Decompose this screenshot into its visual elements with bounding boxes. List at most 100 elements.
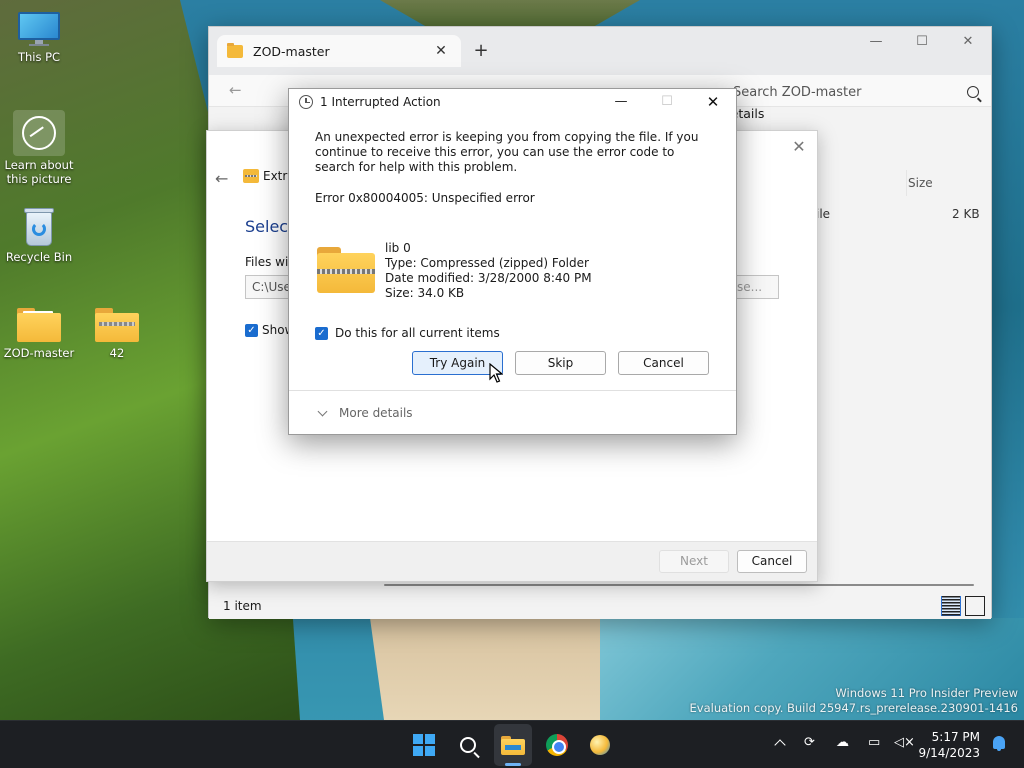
taskbar-app[interactable] [584, 729, 616, 761]
error-message: An unexpected error is keeping you from … [315, 130, 699, 174]
error-code: Error 0x80004005: Unspecified error [315, 191, 535, 205]
desktop-icon-recycle-bin[interactable]: Recycle Bin [1, 206, 77, 264]
running-indicator [505, 763, 521, 766]
windows-watermark: Windows 11 Pro Insider Preview Evaluatio… [690, 686, 1018, 716]
wizard-header: Extra [243, 169, 295, 183]
new-tab-button[interactable]: + [471, 40, 491, 61]
view-mode-buttons [941, 596, 985, 616]
desktop-icon-label: 42 [109, 346, 125, 360]
zip-folder-icon [243, 169, 259, 183]
dialog-divider [289, 390, 736, 391]
taskbar-chrome[interactable] [541, 729, 573, 761]
monitor-icon [18, 12, 60, 46]
clock-date: 9/14/2023 [918, 746, 980, 760]
dialog-window-controls: — ☐ ✕ [598, 89, 736, 115]
column-header-size[interactable]: Size [906, 170, 984, 196]
dialog-close-button[interactable]: ✕ [690, 89, 736, 115]
desktop-icon-label: This PC [17, 50, 61, 64]
next-button[interactable]: Next [659, 550, 729, 573]
column-header-label: Size [908, 176, 933, 190]
back-arrow-icon[interactable]: ← [215, 169, 228, 188]
dialog-maximize-button: ☐ [661, 94, 673, 109]
search-icon [460, 737, 476, 753]
notification-bell-icon[interactable] [993, 736, 1005, 751]
dialog-minimize-button[interactable]: — [598, 89, 644, 115]
file-details: lib 0 Type: Compressed (zipped) Folder D… [317, 241, 592, 301]
desktop-icon-label: Learn about this picture [4, 158, 74, 186]
zip-folder-icon [317, 247, 375, 297]
desktop-icon-learn-about-picture[interactable]: Learn about this picture [1, 110, 77, 186]
back-arrow-icon[interactable]: ← [229, 81, 242, 99]
wizard-footer: Next Cancel [207, 541, 817, 581]
checkbox-checked-icon: ✓ [245, 323, 258, 337]
file-explorer-icon [501, 735, 525, 755]
cloud-info-icon[interactable]: ☁ [836, 735, 849, 750]
clock[interactable]: 5:17 PM 9/14/2023 [918, 729, 980, 761]
chrome-icon [546, 734, 568, 756]
explorer-status-bar: 1 item [209, 593, 991, 619]
file-date-modified: Date modified: 3/28/2000 8:40 PM [385, 271, 592, 285]
file-size: Size: 34.0 KB [385, 286, 465, 300]
network-icon[interactable]: ▭ [868, 735, 880, 750]
close-tab-icon[interactable]: ✕ [431, 43, 451, 59]
recycle-bin-icon [22, 206, 56, 246]
tab-title: ZOD-master [253, 43, 330, 59]
search-box[interactable]: Search ZOD-master [725, 79, 987, 105]
cancel-button[interactable]: Cancel [618, 351, 709, 375]
clock-time: 5:17 PM [931, 730, 980, 744]
desktop-icon-this-pc[interactable]: This PC [1, 12, 77, 64]
taskbar-file-explorer[interactable] [497, 729, 529, 761]
taskbar-search-button[interactable] [452, 729, 484, 761]
horizontal-scrollbar[interactable] [384, 584, 974, 586]
desktop-icon-zod-master[interactable]: ZOD-master [1, 308, 77, 360]
chevron-down-icon [317, 406, 328, 416]
wizard-heading: Select [245, 217, 295, 236]
maximize-button[interactable]: ☐ [899, 27, 945, 57]
explorer-tab[interactable]: ZOD-master ✕ [217, 35, 461, 67]
learn-about-picture-icon [22, 116, 56, 150]
start-icon [413, 734, 435, 756]
browse-button[interactable]: se... [735, 275, 779, 299]
more-details-toggle[interactable]: More details [317, 406, 413, 420]
dialog-title: 1 Interrupted Action [320, 95, 441, 109]
do-for-all-label: Do this for all current items [335, 326, 500, 340]
watermark-line-1: Windows 11 Pro Insider Preview [835, 686, 1018, 700]
minimize-button[interactable]: — [853, 27, 899, 57]
start-button[interactable] [408, 729, 440, 761]
status-item-count: 1 item [223, 599, 262, 613]
show-hidden-icons-button[interactable] [774, 739, 786, 751]
zip-folder-icon [95, 308, 139, 342]
file-type: Type: Compressed (zipped) Folder [385, 256, 589, 270]
search-icon [967, 86, 979, 98]
desktop-icon-label: ZOD-master [3, 346, 75, 360]
watermark-line-2: Evaluation copy. Build 25947.rs_prerelea… [689, 701, 1018, 715]
window-controls: — ☐ ✕ [853, 27, 991, 57]
folder-icon [17, 308, 61, 342]
taskbar: ⟳ ☁ ▭ ◁× 5:17 PM 9/14/2023 [0, 720, 1024, 768]
more-details-label: More details [339, 406, 413, 420]
close-icon[interactable]: ✕ [789, 137, 809, 156]
interrupted-action-dialog: 1 Interrupted Action — ☐ ✕ An unexpected… [288, 88, 737, 435]
desktop-icon-42[interactable]: 42 [79, 308, 155, 360]
file-name: lib 0 [385, 241, 411, 255]
skip-button[interactable]: Skip [515, 351, 606, 375]
tiles-view-icon[interactable] [965, 596, 985, 616]
row-type-cell: ile [816, 207, 831, 221]
wizard-cancel-button[interactable]: Cancel [737, 550, 807, 573]
search-input[interactable]: Search ZOD-master [733, 85, 967, 100]
row-size-cell: 2 KB [952, 207, 980, 221]
app-orb-icon [590, 735, 610, 755]
checkbox-checked-icon: ✓ [315, 326, 328, 340]
desktop-icon-label: Recycle Bin [5, 250, 73, 264]
details-view-icon[interactable] [941, 596, 961, 616]
explorer-titlebar: ZOD-master ✕ + — ☐ ✕ [209, 27, 991, 75]
mouse-cursor-icon [489, 362, 504, 386]
close-button[interactable]: ✕ [945, 27, 991, 57]
volume-muted-icon[interactable]: ◁× [894, 735, 915, 750]
sync-icon[interactable]: ⟳ [804, 735, 815, 750]
do-for-all-checkbox[interactable]: ✓ Do this for all current items [315, 326, 500, 340]
show-files-checkbox[interactable]: ✓ Show [245, 323, 294, 337]
file-info: lib 0 Type: Compressed (zipped) Folder D… [385, 241, 592, 301]
dialog-titlebar: 1 Interrupted Action — ☐ ✕ [289, 89, 736, 115]
clock-icon [299, 95, 313, 109]
